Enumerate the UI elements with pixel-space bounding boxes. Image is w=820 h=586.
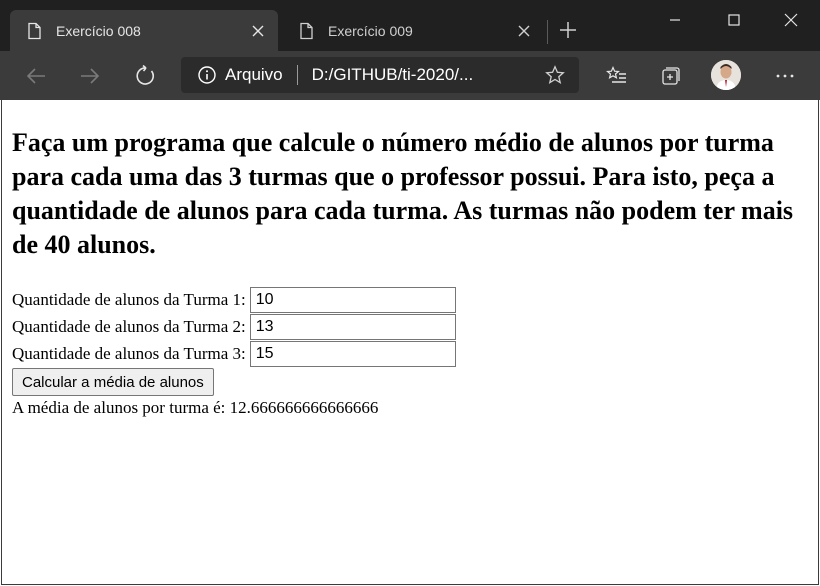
turma-3-row: Quantidade de alunos da Turma 3: xyxy=(12,341,456,367)
close-tab-icon[interactable] xyxy=(514,21,534,41)
favorites-list-icon[interactable] xyxy=(601,60,633,92)
turma-1-input[interactable] xyxy=(249,287,456,313)
collections-icon[interactable] xyxy=(655,60,687,92)
more-icon[interactable] xyxy=(769,60,801,92)
turma-2-input[interactable] xyxy=(249,314,456,340)
new-tab-icon[interactable] xyxy=(556,18,580,42)
turma-2-row: Quantidade de alunos da Turma 2: xyxy=(12,314,456,340)
maximize-icon[interactable] xyxy=(705,0,763,40)
star-icon[interactable] xyxy=(545,65,565,85)
turma-3-input[interactable] xyxy=(249,341,456,367)
turma-1-label: Quantidade de alunos da Turma 1: xyxy=(12,290,246,309)
minimize-icon[interactable] xyxy=(646,0,704,40)
forward-arrow-icon[interactable] xyxy=(74,60,106,92)
tab-title: Exercício 009 xyxy=(328,22,413,39)
tab-exercicio-009[interactable]: Exercício 009 xyxy=(282,10,544,51)
site-info-label: Arquivo xyxy=(225,65,283,84)
page-icon xyxy=(300,22,313,39)
result-text: A média de alunos por turma é: 12.666666… xyxy=(12,398,379,417)
tab-title: Exercício 008 xyxy=(56,22,141,39)
refresh-icon[interactable] xyxy=(130,60,162,92)
page-content: Faça um programa que calcule o número mé… xyxy=(1,100,819,585)
tab-separator xyxy=(547,20,548,44)
address-divider xyxy=(296,65,298,85)
page-heading: Faça um programa que calcule o número mé… xyxy=(12,128,794,259)
page-icon xyxy=(28,22,41,39)
avatar[interactable] xyxy=(711,60,741,90)
tab-strip: Exercício 008 Exercício 009 xyxy=(0,0,820,51)
back-arrow-icon[interactable] xyxy=(20,60,52,92)
close-tab-icon[interactable] xyxy=(248,21,268,41)
turma-3-label: Quantidade de alunos da Turma 3: xyxy=(12,344,246,363)
turma-1-row: Quantidade de alunos da Turma 1: xyxy=(12,287,456,313)
browser-chrome: Exercício 008 Exercício 009 Arquivo D:/G… xyxy=(0,0,820,100)
info-icon[interactable] xyxy=(197,65,217,85)
tab-exercicio-008[interactable]: Exercício 008 xyxy=(10,10,278,51)
url-text[interactable]: D:/GITHUB/ti-2020/... xyxy=(312,65,474,85)
address-bar[interactable]: Arquivo D:/GITHUB/ti-2020/... xyxy=(181,57,579,93)
turma-2-label: Quantidade de alunos da Turma 2: xyxy=(12,317,246,336)
close-window-icon[interactable] xyxy=(762,0,820,40)
calculate-average-button[interactable]: Calcular a média de alunos xyxy=(12,368,214,396)
